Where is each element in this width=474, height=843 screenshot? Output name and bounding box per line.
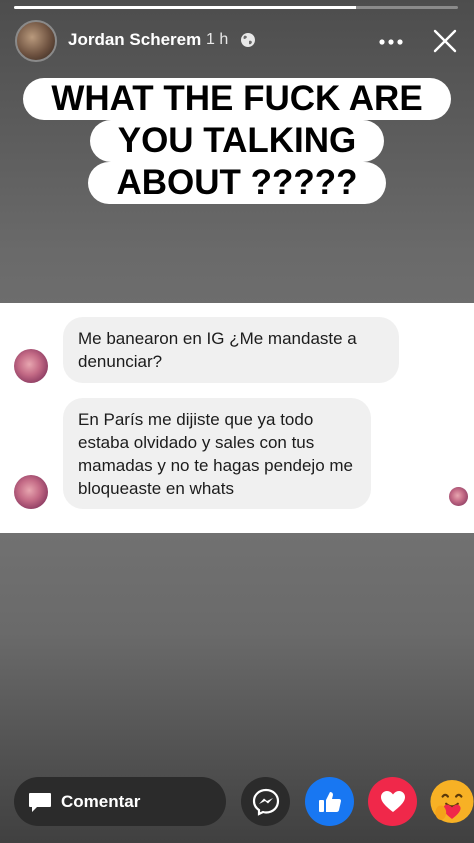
message-bubble: En París me dijiste que ya todo estaba o…: [63, 398, 371, 509]
read-receipt-avatar: [449, 487, 468, 506]
message-bubble: Me banearon en IG ¿Me mandaste a denunci…: [63, 317, 399, 383]
messenger-button[interactable]: [241, 777, 290, 826]
comment-label: Comentar: [61, 792, 141, 811]
avatar[interactable]: [15, 20, 57, 62]
caption-line: ABOUT ?????: [88, 162, 386, 204]
story-header: Jordan Scherem 1 h: [0, 18, 474, 64]
more-icon[interactable]: [378, 38, 404, 46]
like-button[interactable]: [305, 777, 354, 826]
story-progress-bar: [14, 6, 458, 9]
chat-avatar: [14, 349, 48, 383]
story-progress-fill: [14, 6, 356, 9]
post-time: 1 h: [206, 31, 229, 48]
globe-icon: [241, 33, 255, 47]
care-button[interactable]: [430, 777, 474, 826]
close-icon[interactable]: [432, 28, 458, 54]
like-icon: [318, 791, 341, 812]
user-name[interactable]: Jordan Scherem: [68, 30, 201, 50]
care-icon: [430, 779, 474, 824]
love-icon: [380, 790, 405, 812]
comment-input[interactable]: Comentar: [14, 777, 226, 826]
story-caption: WHAT THE FUCK ARE YOU TALKING ABOUT ????…: [0, 78, 474, 204]
chat-screenshot: Me banearon en IG ¿Me mandaste a denunci…: [0, 303, 474, 533]
caption-line: YOU TALKING: [89, 120, 385, 162]
chat-avatar: [14, 475, 48, 509]
love-button[interactable]: [368, 777, 417, 826]
comment-icon: [29, 793, 51, 812]
messenger-icon: [252, 788, 279, 816]
caption-line: WHAT THE FUCK ARE: [23, 78, 451, 120]
